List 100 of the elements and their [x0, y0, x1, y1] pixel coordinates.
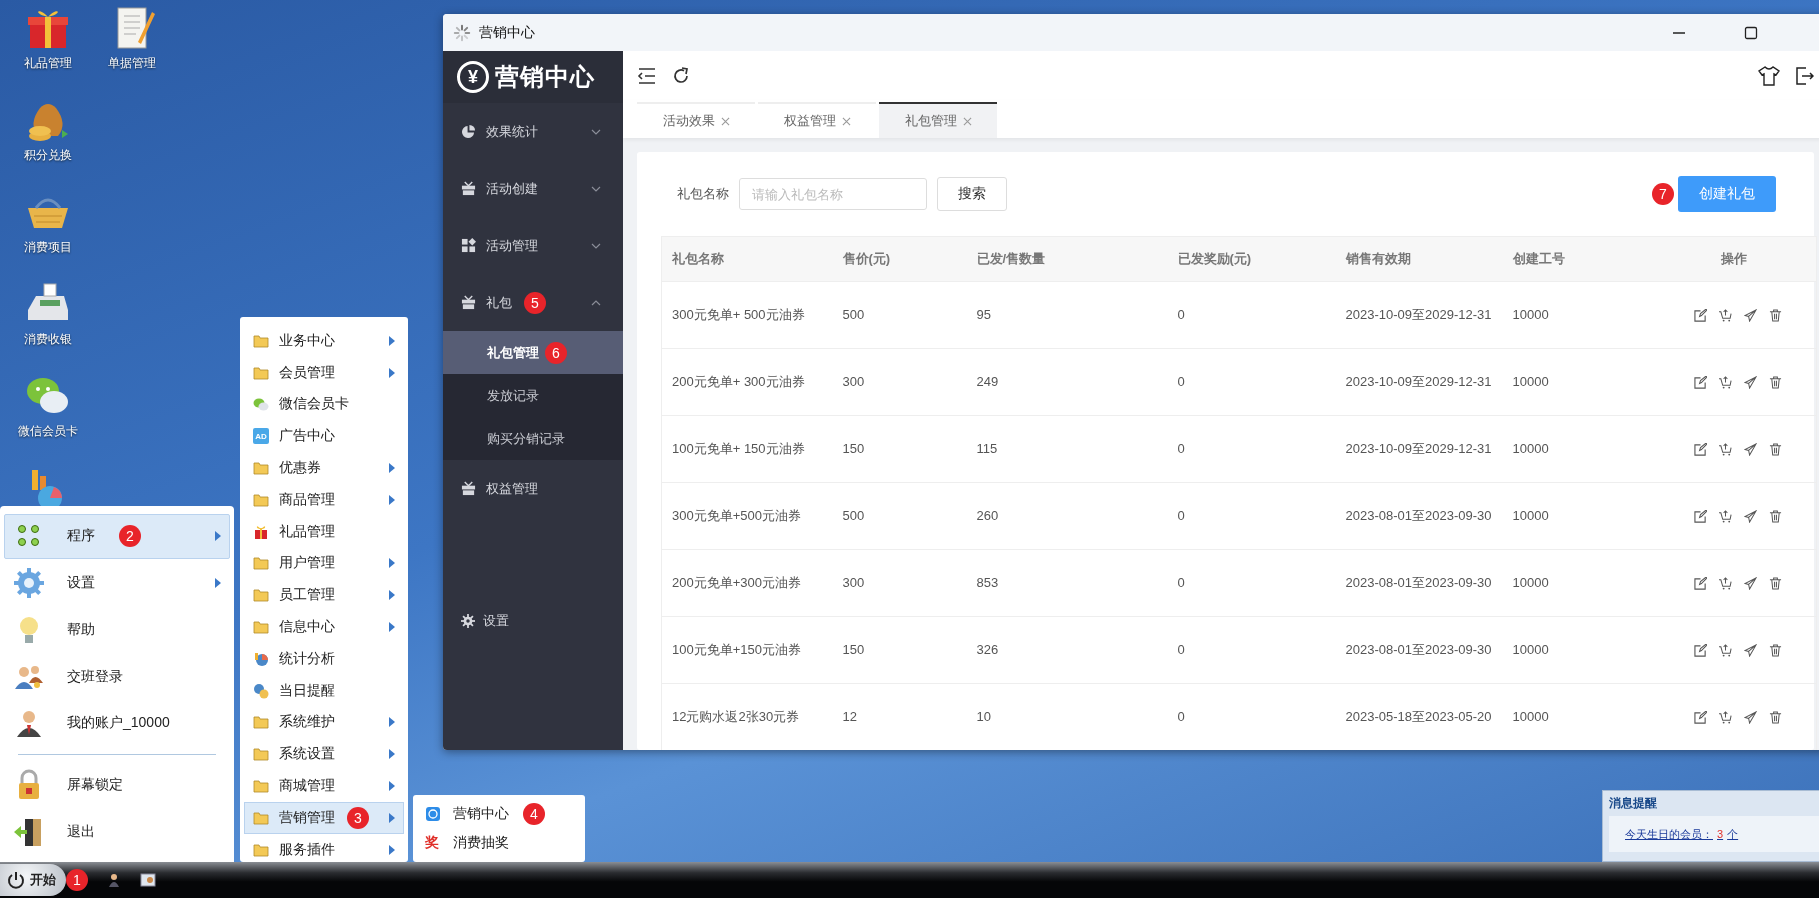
table-cell: 10000 — [1502, 549, 1653, 617]
marketing-menu-item[interactable]: 奖 消费抽奖 — [417, 828, 581, 857]
table-cell: 0 — [1167, 348, 1336, 416]
table-cell: 260 — [966, 482, 1168, 550]
table-cell: 100元免单+ 150元油券 — [661, 415, 833, 483]
window-title: 营销中心 — [479, 23, 535, 42]
programs-menu-item[interactable]: 信息中心 — [244, 611, 404, 643]
sidebar-subitem[interactable]: 发放记录 — [443, 374, 623, 417]
start-menu-item[interactable]: 退出 — [4, 809, 230, 854]
logo-icon: ¥ — [457, 61, 489, 93]
programs-menu-item[interactable]: 优惠券 — [244, 452, 404, 484]
table-cell: 0 — [1167, 482, 1336, 550]
table-cell: 853 — [966, 549, 1168, 617]
table-cell: 100元免单+150元油券 — [661, 616, 833, 684]
programs-menu-item[interactable]: 会员管理 — [244, 356, 404, 389]
desktop-icon-label: 礼品管理 — [23, 55, 73, 72]
search-button[interactable]: 搜索 — [937, 177, 1007, 211]
tab[interactable]: 礼包管理 — [879, 102, 997, 138]
table-cell: 10000 — [1502, 616, 1653, 684]
start-menu-item[interactable]: 设置 — [4, 560, 230, 606]
programs-menu-item[interactable]: AD 广告中心 — [244, 420, 404, 453]
table-cell: 0 — [1167, 616, 1336, 684]
table-cell: 249 — [966, 348, 1168, 416]
logo-text: 营销中心 — [495, 62, 595, 92]
callout-badge: 6 — [545, 341, 567, 364]
desktop-icon-label: 单据管理 — [107, 55, 157, 72]
table-cell: 2023-08-01至2023-09-30 — [1335, 549, 1503, 617]
sidebar-item[interactable]: 活动管理 — [443, 217, 623, 274]
programs-menu-item[interactable]: 礼品管理 — [244, 515, 404, 548]
table-cell: 0 — [1167, 549, 1336, 617]
programs-menu-item[interactable]: 微信会员卡 — [244, 388, 404, 421]
sidebar-subitem[interactable]: 礼包管理 6 — [443, 331, 623, 374]
callout-badge: 5 — [524, 291, 546, 314]
sidebar-item[interactable]: 活动创建 — [443, 160, 623, 217]
start-menu-item[interactable]: 交班登录 — [4, 654, 230, 699]
start-menu-item[interactable]: 帮助 — [4, 607, 230, 653]
programs-menu-item[interactable]: 用户管理 — [244, 547, 404, 580]
callout-badge: 7 — [1652, 183, 1674, 205]
column-header: 操作 — [1652, 236, 1817, 282]
table-cell: 2023-10-09至2029-12-31 — [1335, 348, 1503, 416]
table-cell: 12 — [832, 683, 967, 750]
marketing-menu-item[interactable]: 营销中心 4 — [417, 799, 581, 828]
programs-menu-item[interactable]: 服务插件 — [244, 833, 404, 866]
gift-pack-name-field[interactable]: 请输入礼包名称 — [739, 178, 927, 210]
table-cell: 300 — [832, 549, 967, 617]
table-cell: 12元购水返2张30元券 — [661, 683, 833, 750]
table-cell: 150 — [832, 415, 967, 483]
sidebar-subitem[interactable]: 购买分销记录 — [443, 417, 623, 460]
table-cell: 95 — [966, 281, 1168, 349]
programs-menu-item[interactable]: 员工管理 — [244, 579, 404, 612]
programs-menu-item[interactable]: 系统设置 — [244, 738, 404, 771]
column-header: 已发奖励(元) — [1167, 236, 1336, 282]
ad-icon: AD — [253, 428, 269, 445]
tab[interactable]: 活动效果 — [637, 102, 755, 138]
column-header: 礼包名称 — [661, 236, 833, 282]
table-cell: 200元免单+300元油券 — [661, 549, 833, 617]
desktop-icon-label: 微信会员卡 — [18, 423, 78, 440]
programs-menu-item[interactable]: 系统维护 — [244, 706, 404, 739]
sidebar-item[interactable]: 礼包 5 — [443, 274, 623, 331]
table-cell: 300 — [832, 348, 967, 416]
table-cell: 2023-10-09至2029-12-31 — [1335, 415, 1503, 483]
sidebar-item[interactable]: 权益管理 — [443, 460, 623, 517]
table-cell: 10 — [966, 683, 1168, 750]
table-cell: 150 — [832, 616, 967, 684]
table-cell: 0 — [1167, 415, 1336, 483]
callout-badge: 1 — [66, 869, 88, 891]
field-label: 礼包名称 — [677, 185, 729, 203]
programs-menu-item[interactable]: 商品管理 — [244, 484, 404, 516]
table-cell: 0 — [1167, 683, 1336, 750]
table-cell: 10000 — [1502, 482, 1653, 550]
tab[interactable]: 权益管理 — [758, 102, 876, 138]
desktop-icon-label: 消费收银 — [23, 331, 73, 348]
table-cell: 2023-05-18至2023-05-20 — [1335, 683, 1503, 750]
table-cell: 2023-08-01至2023-09-30 — [1335, 482, 1503, 550]
table-cell: 0 — [1167, 281, 1336, 349]
programs-menu-item[interactable]: 商城管理 — [244, 770, 404, 802]
programs-menu-item[interactable]: 营销管理 3 — [244, 801, 404, 834]
notification-title: 消息提醒 — [1608, 795, 1658, 812]
table-cell: 326 — [966, 616, 1168, 684]
column-header: 售价(元) — [832, 236, 967, 282]
start-menu-item[interactable]: 程序 2 — [4, 514, 230, 559]
start-menu-item[interactable]: 我的账户_10000 — [4, 700, 230, 746]
settings-link[interactable]: 设置 — [443, 612, 623, 630]
table-cell: 10000 — [1502, 683, 1653, 750]
column-header: 创建工号 — [1502, 236, 1653, 282]
table-cell: 10000 — [1502, 281, 1653, 349]
programs-menu-item[interactable]: 当日提醒 — [244, 674, 404, 707]
table-cell: 500 — [832, 281, 967, 349]
programs-menu-item[interactable]: 统计分析 — [244, 642, 404, 675]
column-header: 销售有效期 — [1335, 236, 1503, 282]
table-cell: 115 — [966, 415, 1168, 483]
programs-menu-item[interactable]: 业务中心 — [244, 325, 404, 357]
sidebar-item[interactable]: 效果统计 — [443, 103, 623, 160]
table-cell: 200元免单+ 300元油券 — [661, 348, 833, 416]
start-button[interactable]: 开始 — [0, 864, 66, 896]
desktop-icon-label: 积分兑换 — [23, 147, 73, 164]
start-menu-item[interactable]: 屏幕锁定 — [4, 762, 230, 808]
prize-icon: 奖 — [425, 833, 441, 852]
column-header: 已发/售数量 — [966, 236, 1168, 282]
table-cell: 10000 — [1502, 348, 1653, 416]
